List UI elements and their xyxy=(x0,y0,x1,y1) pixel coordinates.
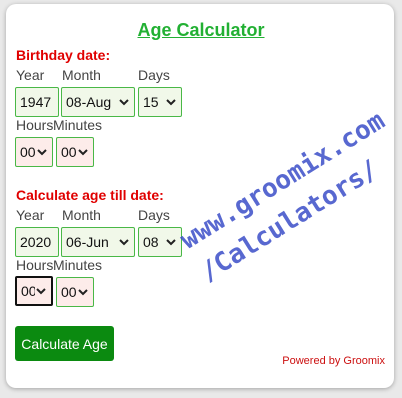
till-hours-value: 00 xyxy=(21,283,35,299)
birthday-minutes-value: 00 xyxy=(61,144,77,160)
birthday-hours-value: 00 xyxy=(20,144,36,160)
till-date-heading: Calculate age till date: xyxy=(16,187,164,203)
chevron-down-icon xyxy=(119,99,129,106)
birthday-day-select[interactable]: 15 xyxy=(138,87,182,117)
birthday-minutes-label: Minutes xyxy=(53,117,103,133)
till-year-input[interactable]: 2020 xyxy=(15,227,59,257)
calculate-age-button[interactable]: Calculate Age xyxy=(15,326,114,361)
chevron-down-icon xyxy=(78,289,88,296)
birthday-month-value: 08-Aug xyxy=(66,94,112,110)
till-days-label: Days xyxy=(138,207,170,223)
till-minutes-label: Minutes xyxy=(53,257,103,273)
page-title[interactable]: Age Calculator xyxy=(0,20,402,41)
birthday-year-label: Year xyxy=(16,67,45,83)
chevron-down-icon xyxy=(166,99,176,106)
birthday-day-value: 15 xyxy=(143,94,159,110)
till-day-value: 08 xyxy=(143,234,159,250)
birthday-minutes-select[interactable]: 00 xyxy=(56,137,94,167)
till-month-select[interactable]: 06-Jun xyxy=(61,227,135,257)
chevron-down-icon xyxy=(166,239,176,246)
chevron-down-icon xyxy=(36,288,46,295)
till-year-value: 2020 xyxy=(20,234,52,250)
till-hours-label: Hours xyxy=(16,257,54,273)
birthday-heading: Birthday date: xyxy=(16,47,111,63)
birthday-month-label: Month xyxy=(62,67,101,83)
till-hours-select[interactable]: 00 xyxy=(15,276,53,306)
powered-by-link[interactable]: Powered by Groomix xyxy=(282,355,385,367)
birthday-month-select[interactable]: 08-Aug xyxy=(61,87,135,117)
till-year-label: Year xyxy=(16,207,45,223)
birthday-year-value: 1947 xyxy=(20,94,52,110)
birthday-year-input[interactable]: 1947 xyxy=(15,87,59,117)
till-minutes-select[interactable]: 00 xyxy=(56,277,94,307)
birthday-hours-select[interactable]: 00 xyxy=(15,137,53,167)
till-minutes-value: 00 xyxy=(61,284,77,300)
chevron-down-icon xyxy=(119,239,129,246)
till-month-label: Month xyxy=(62,207,101,223)
chevron-down-icon xyxy=(78,149,88,156)
birthday-days-label: Days xyxy=(138,67,170,83)
chevron-down-icon xyxy=(37,149,47,156)
birthday-hours-label: Hours xyxy=(16,117,54,133)
till-month-value: 06-Jun xyxy=(66,234,109,250)
